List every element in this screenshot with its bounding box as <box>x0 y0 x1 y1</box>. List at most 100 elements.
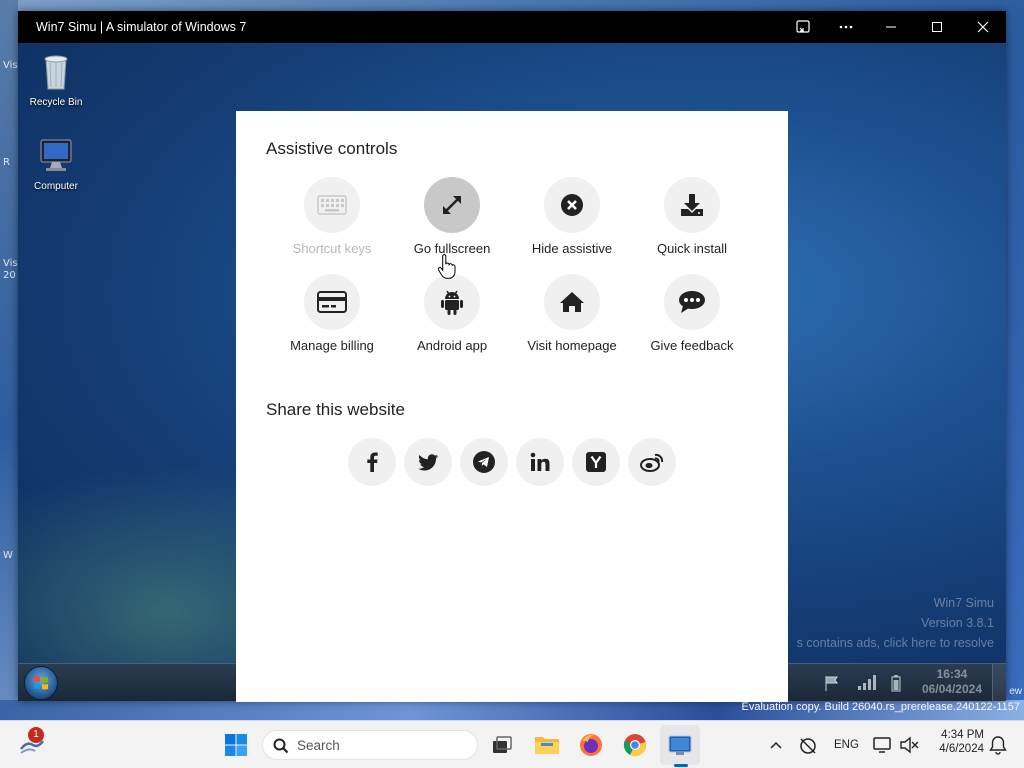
desktop-icon-label: Recycle Bin <box>29 97 83 108</box>
window-title: Win7 Simu | A simulator of Windows 7 <box>36 20 247 34</box>
maximize-icon <box>932 22 942 32</box>
quick-install-circle <box>664 177 720 233</box>
win7-clock[interactable]: 16:34 06/04/2024 <box>922 667 982 697</box>
host-desktop-edge: Vis R Vis 20 W <box>0 0 18 720</box>
share-twitter-button[interactable] <box>404 438 452 486</box>
hide-assistive-label: Hide assistive <box>531 241 613 256</box>
window-titlebar[interactable]: Win7 Simu | A simulator of Windows 7 <box>18 11 1006 43</box>
firefox-button[interactable] <box>577 731 605 759</box>
cast-button[interactable] <box>780 11 826 43</box>
hide-assistive-circle <box>544 177 600 233</box>
recycle-bin-icon <box>36 51 76 91</box>
give-feedback-label: Give feedback <box>650 338 734 353</box>
volume-button[interactable] <box>895 731 923 759</box>
display-icon <box>873 737 891 753</box>
file-explorer-button[interactable] <box>533 731 561 759</box>
quick-install-button[interactable]: Quick install <box>632 177 752 256</box>
download-icon <box>681 194 703 216</box>
share-website-title: Share this website <box>266 400 405 419</box>
manage-billing-label: Manage billing <box>290 338 374 353</box>
host-desktop-text: Vis <box>3 258 18 269</box>
widgets-button[interactable]: 1 <box>18 727 46 759</box>
chrome-icon <box>623 734 646 756</box>
manage-billing-button[interactable]: Manage billing <box>272 274 392 353</box>
maximize-button[interactable] <box>914 11 960 43</box>
share-ycombinator-button[interactable] <box>572 438 620 486</box>
linkedin-icon <box>530 452 550 471</box>
visit-homepage-button[interactable]: Visit homepage <box>512 274 632 353</box>
notification-badge: 1 <box>28 727 44 743</box>
share-facebook-button[interactable] <box>348 438 396 486</box>
windows-orb-icon <box>34 676 48 690</box>
network-button[interactable] <box>794 731 822 759</box>
go-fullscreen-circle <box>424 177 480 233</box>
close-circle-icon <box>561 194 583 216</box>
show-hidden-icons-button[interactable] <box>762 731 790 759</box>
share-weibo-button[interactable] <box>628 438 676 486</box>
telegram-icon <box>473 451 495 473</box>
share-telegram-button[interactable] <box>460 438 508 486</box>
hide-assistive-button[interactable]: Hide assistive <box>512 177 632 256</box>
host-desktop-text: ew <box>1009 686 1022 697</box>
assistive-controls-title: Assistive controls <box>266 139 398 158</box>
hand-cursor-icon <box>438 254 456 279</box>
shortcut-keys-label: Shortcut keys <box>292 241 372 256</box>
ycombinator-icon <box>586 452 606 472</box>
minimize-button[interactable] <box>868 11 914 43</box>
cast-icon <box>796 20 810 33</box>
task-view-button[interactable] <box>488 731 516 759</box>
signal-icon[interactable] <box>856 674 876 692</box>
shortcut-keys-circle <box>304 177 360 233</box>
chevron-up-icon <box>770 741 782 749</box>
volume-muted-icon <box>900 736 919 754</box>
search-box[interactable]: Search <box>262 730 478 760</box>
search-icon <box>273 738 289 754</box>
desktop-icon-recycle-bin[interactable]: Recycle Bin <box>18 51 96 108</box>
share-linkedin-button[interactable] <box>516 438 564 486</box>
more-button[interactable] <box>823 11 869 43</box>
credit-card-icon <box>317 291 347 313</box>
win7-simu-app-icon <box>668 735 692 755</box>
watermark-ads-link[interactable]: s contains ads, click here to resolve <box>797 636 994 650</box>
w11-clock-time: 4:34 PM <box>941 729 984 741</box>
close-icon <box>977 21 989 33</box>
notifications-button[interactable] <box>984 731 1012 759</box>
show-desktop-button[interactable] <box>992 664 1006 702</box>
flag-icon[interactable] <box>823 674 841 692</box>
give-feedback-button[interactable]: Give feedback <box>632 274 752 353</box>
go-fullscreen-button[interactable]: Go fullscreen <box>392 177 512 256</box>
evaluation-copy-text: Evaluation copy. Build 26040.rs_prerelea… <box>741 701 1020 713</box>
weibo-icon <box>640 453 664 472</box>
desktop-icon-computer[interactable]: Computer <box>18 135 96 192</box>
visit-homepage-circle <box>544 274 600 330</box>
assistive-dialog: Assistive controls Shortcut keys Go full… <box>236 111 788 702</box>
more-icon <box>839 25 853 29</box>
start-button[interactable] <box>222 731 250 759</box>
close-button[interactable] <box>960 11 1006 43</box>
facebook-icon <box>367 452 378 472</box>
win7-start-button[interactable] <box>24 666 58 700</box>
language-indicator[interactable]: ENG <box>834 739 859 751</box>
search-placeholder: Search <box>297 738 340 753</box>
win7-simu-taskbar-button[interactable] <box>666 731 694 759</box>
w11-clock[interactable]: 4:34 PM 4/6/2024 <box>924 729 984 755</box>
shortcut-keys-button[interactable]: Shortcut keys <box>272 177 392 256</box>
android-app-button[interactable]: Android app <box>392 274 512 353</box>
watermark-version: Version 3.8.1 <box>921 616 994 630</box>
bell-icon <box>989 736 1007 755</box>
chrome-button[interactable] <box>621 731 649 759</box>
quick-install-label: Quick install <box>656 241 728 256</box>
host-desktop-text: R <box>3 157 10 168</box>
twitter-icon <box>418 453 438 470</box>
home-icon <box>560 292 584 312</box>
watermark-name: Win7 Simu <box>933 596 994 610</box>
display-button[interactable] <box>869 731 897 759</box>
give-feedback-circle <box>664 274 720 330</box>
battery-icon[interactable] <box>890 674 908 692</box>
firefox-icon <box>580 734 602 756</box>
computer-icon <box>36 135 76 175</box>
android-app-circle <box>424 274 480 330</box>
android-icon <box>441 290 463 315</box>
fullscreen-icon <box>443 196 461 214</box>
host-desktop-text: W <box>3 550 13 561</box>
